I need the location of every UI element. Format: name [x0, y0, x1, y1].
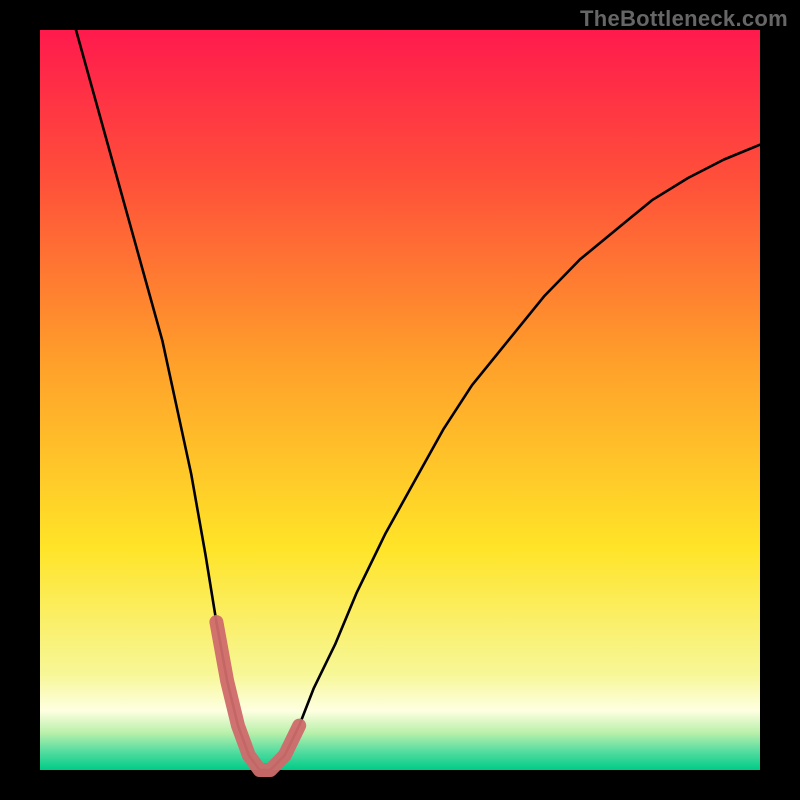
chart-svg	[0, 0, 800, 800]
plot-background	[40, 30, 760, 770]
watermark-text: TheBottleneck.com	[580, 6, 788, 32]
chart-container: TheBottleneck.com	[0, 0, 800, 800]
